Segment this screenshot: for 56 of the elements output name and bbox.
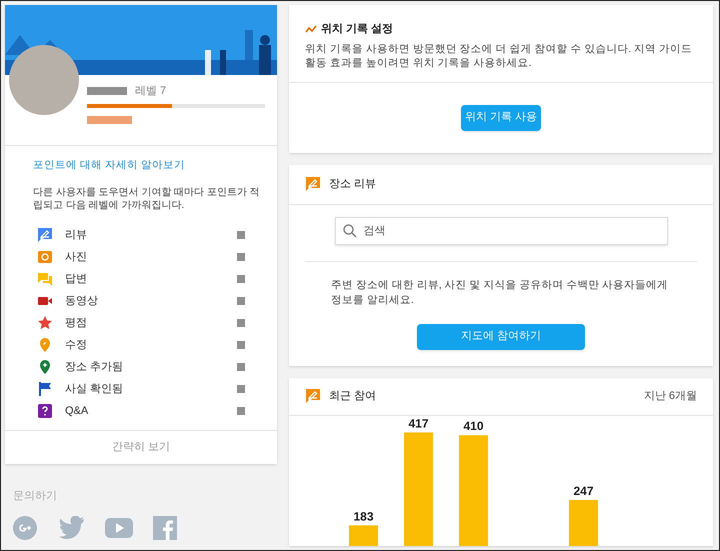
bar-value-label: 410 (463, 418, 484, 433)
redacted-block (237, 252, 245, 261)
pin-plus-icon (37, 358, 53, 375)
redacted-block (237, 318, 245, 327)
redacted-block (237, 406, 245, 415)
contribution-label: 리뷰 (65, 228, 88, 242)
redacted-block (237, 384, 245, 393)
points-description: 다른 사용자를 도우면서 기여할 때마다 포인트가 적립되고 다음 레벨에 가까워집니다. (33, 186, 261, 212)
google-plus-icon[interactable] (13, 516, 37, 540)
contribution-label: 평점 (65, 316, 88, 330)
contribution-label: 답변 (65, 272, 88, 286)
chart-bar (569, 499, 598, 546)
period-label: 지난 6개월 (644, 388, 697, 404)
pin-icon (37, 336, 53, 353)
contribution-label: Q&A (65, 404, 90, 418)
card-title: 위치 기록 설정 (321, 22, 394, 37)
review-icon (305, 388, 321, 404)
card-description: 위치 기록을 사용하면 방문했던 장소에 더 쉽게 참여할 수 있습니다. 지역 가이드 활동 효과를 높이려면 위치 기록을 사용하세요. (305, 42, 694, 70)
redacted-block (237, 230, 245, 239)
redacted-block (237, 296, 245, 305)
redacted-block (87, 116, 132, 124)
redacted-block (87, 87, 127, 96)
card-title: 최근 참여 (329, 388, 378, 404)
chat-icon (37, 270, 53, 287)
level-label: 레벨 7 (135, 84, 166, 99)
bar-value-label: 417 (408, 416, 429, 430)
redacted-block (237, 274, 245, 283)
card-title: 장소 리뷰 (329, 176, 376, 192)
question-icon (37, 402, 53, 419)
redacted-block (237, 362, 245, 371)
bar-value-label: 183 (353, 508, 374, 523)
join-map-button[interactable]: 지도에 참여하기 (417, 324, 585, 350)
collapse-link[interactable]: 간략히 보기 (112, 439, 170, 456)
bird-icon[interactable] (57, 516, 85, 540)
card-description: 주변 장소에 대한 리뷰, 사진 및 지식을 공유하며 수백만 사용자들에게 정보를 알리세요. (331, 278, 670, 308)
facebook-icon[interactable] (153, 516, 177, 540)
contribution-label: 사실 확인됨 (65, 382, 124, 396)
contribution-label: 장소 추가됨 (65, 360, 124, 374)
contribution-label: 동영상 (65, 294, 99, 308)
play-icon[interactable] (105, 516, 133, 540)
contribution-label: 수정 (65, 338, 88, 352)
review-icon (305, 176, 321, 192)
search-field[interactable]: 검색 (334, 216, 668, 244)
location-history-button[interactable]: 위치 기록 사용 (460, 104, 542, 130)
bar-value-label: 247 (573, 483, 594, 498)
redacted-block (237, 340, 245, 349)
review-icon (37, 226, 53, 243)
flag-icon (37, 380, 53, 397)
camera-icon (37, 248, 53, 265)
search-icon (342, 224, 356, 238)
points-info-link[interactable]: 포인트에 대해 자세히 알아보기 (33, 158, 261, 174)
contact-label: 문의하기 (13, 488, 58, 504)
trend-line-icon (305, 25, 317, 34)
chart-bar (349, 524, 378, 546)
star-icon (37, 314, 53, 331)
contribution-label: 사진 (65, 250, 88, 264)
